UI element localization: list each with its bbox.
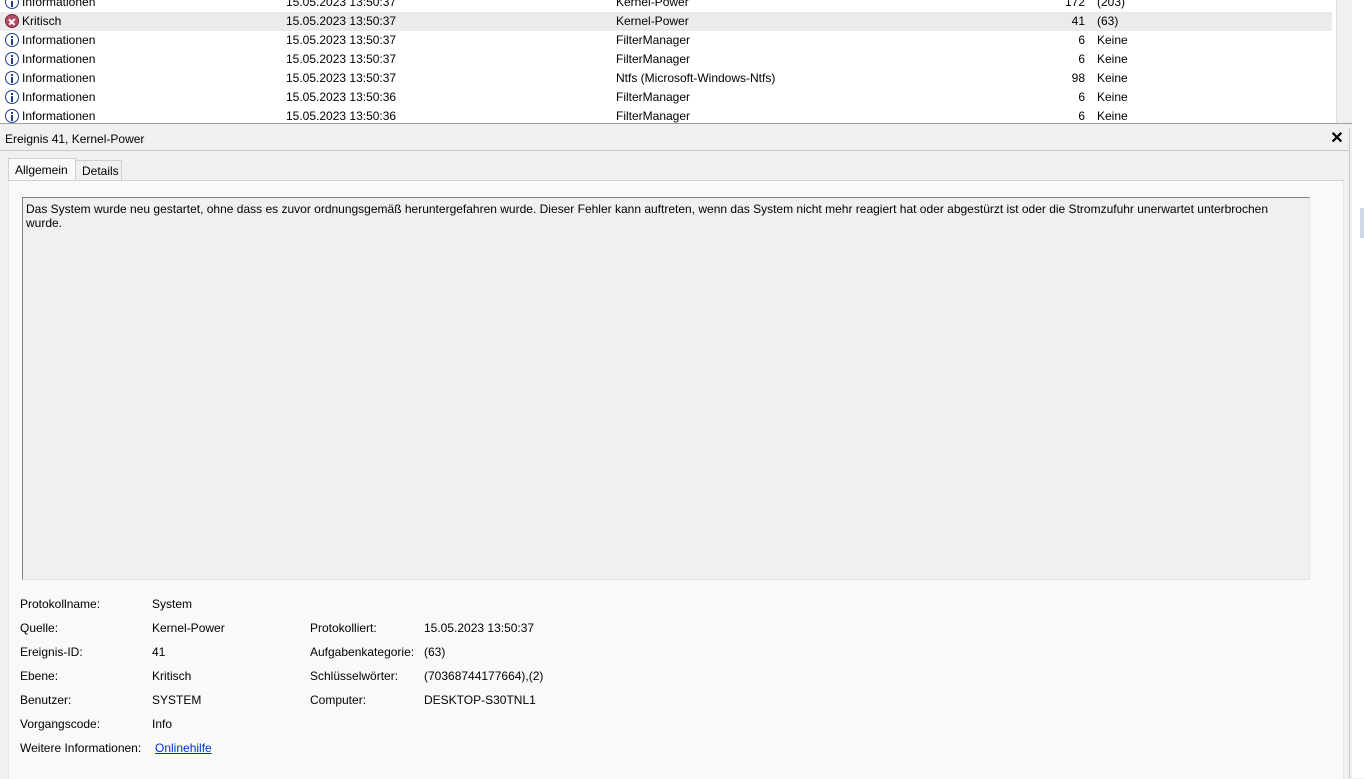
info-icon: [5, 90, 19, 104]
aufgabenkategorie-value[interactable]: (63): [424, 645, 445, 659]
event-id: 6: [1078, 90, 1085, 104]
event-date: 15.05.2023 13:50:37: [286, 71, 397, 85]
event-id: 6: [1078, 52, 1085, 66]
event-row[interactable]: Kritisch 15.05.2023 13:50:37 Kernel-Power 4…: [0, 12, 1332, 31]
ereignis-id-value[interactable]: 41: [152, 645, 165, 659]
close-icon[interactable]: ✕: [1329, 128, 1345, 150]
event-level: Informationen: [22, 71, 96, 85]
protokollname-label: Protokollname:: [20, 597, 101, 611]
vorgangscode-value[interactable]: Info: [152, 717, 172, 731]
event-source: FilterManager: [616, 33, 691, 47]
event-source: Ntfs (Microsoft-Windows-Ntfs): [616, 71, 776, 85]
event-detail-title: Ereignis 41, Kernel-Power: [5, 132, 145, 146]
info-icon: [5, 71, 19, 85]
event-id: 172: [1064, 0, 1085, 9]
tab-allgemein[interactable]: Allgemein: [8, 158, 76, 180]
schluesselwoerter-value[interactable]: (70368744177664),(2): [424, 669, 543, 683]
event-level: Informationen: [22, 109, 96, 123]
event-source: Kernel-Power: [616, 14, 689, 28]
window-edge: [1352, 0, 1364, 778]
event-category: (63): [1097, 14, 1119, 28]
event-detail-header: Ereignis 41, Kernel-Power ✕: [0, 128, 1350, 151]
vorgangscode-label: Vorgangscode:: [20, 717, 101, 731]
event-row[interactable]: Informationen 15.05.2023 13:50:37 FilterMa…: [0, 50, 1332, 69]
event-category: (203): [1097, 0, 1126, 9]
ebene-value[interactable]: Kritisch: [152, 669, 191, 683]
event-date: 15.05.2023 13:50:37: [286, 0, 397, 9]
critical-icon: [5, 14, 19, 28]
event-id: 98: [1071, 71, 1085, 85]
computer-label: Computer:: [310, 693, 367, 707]
protokolliert-value[interactable]: 15.05.2023 13:50:37: [424, 621, 534, 635]
event-row[interactable]: Informationen 15.05.2023 13:50:36 FilterMa…: [0, 107, 1332, 123]
quelle-label: Quelle:: [20, 621, 59, 635]
info-icon: [5, 52, 19, 66]
event-row[interactable]: Informationen 15.05.2023 13:50:37 FilterMa…: [0, 31, 1332, 50]
event-category: Keine: [1097, 90, 1128, 104]
event-category: Keine: [1097, 52, 1128, 66]
event-category: Keine: [1097, 71, 1128, 85]
window-edge-scroll-thumb[interactable]: [1360, 208, 1364, 238]
event-list-scrollbar[interactable]: [1336, 0, 1352, 123]
info-icon: [5, 109, 19, 123]
event-source: Kernel-Power: [616, 0, 689, 9]
weitere-informationen-label: Weitere Informationen:: [20, 741, 142, 755]
benutzer-value[interactable]: SYSTEM: [152, 693, 201, 707]
event-date: 15.05.2023 13:50:36: [286, 90, 397, 104]
onlinehilfe-link[interactable]: Onlinehilfe: [155, 741, 212, 755]
event-list[interactable]: Informationen 15.05.2023 13:50:37 Kernel-P…: [0, 0, 1352, 124]
event-date: 15.05.2023 13:50:37: [286, 52, 397, 66]
computer-value[interactable]: DESKTOP-S30TNL1: [424, 693, 536, 707]
event-id: 41: [1071, 14, 1085, 28]
event-date: 15.05.2023 13:50:37: [286, 33, 397, 47]
event-id: 6: [1078, 109, 1085, 123]
event-date: 15.05.2023 13:50:37: [286, 14, 397, 28]
event-source: FilterManager: [616, 109, 691, 123]
event-row[interactable]: Informationen 15.05.2023 13:50:37 Kernel-P…: [0, 0, 1332, 12]
protokolliert-label: Protokolliert:: [310, 621, 377, 635]
event-row[interactable]: Informationen 15.05.2023 13:50:36 FilterMa…: [0, 88, 1332, 107]
info-icon: [5, 33, 19, 47]
pane-divider: [1349, 128, 1350, 778]
tab-details[interactable]: Details: [76, 160, 122, 180]
event-category: Keine: [1097, 33, 1128, 47]
event-level: Informationen: [22, 0, 96, 9]
benutzer-label: Benutzer:: [20, 693, 72, 707]
ereignis-id-label: Ereignis-ID:: [20, 645, 83, 659]
event-description[interactable]: Das System wurde neu gestartet, ohne das…: [22, 197, 1310, 580]
ebene-label: Ebene:: [20, 669, 59, 683]
aufgabenkategorie-label: Aufgabenkategorie:: [310, 645, 415, 659]
event-source: FilterManager: [616, 52, 691, 66]
event-source: FilterManager: [616, 90, 691, 104]
event-level: Informationen: [22, 33, 96, 47]
event-category: Keine: [1097, 109, 1128, 123]
event-level: Kritisch: [22, 14, 62, 28]
protokollname-value[interactable]: System: [152, 597, 192, 611]
quelle-value[interactable]: Kernel-Power: [152, 621, 225, 635]
info-icon: [5, 0, 19, 9]
event-id: 6: [1078, 33, 1085, 47]
event-row[interactable]: Informationen 15.05.2023 13:50:37 Ntfs (Mi…: [0, 69, 1332, 88]
event-level: Informationen: [22, 90, 96, 104]
schluesselwoerter-label: Schlüsselwörter:: [310, 669, 399, 683]
event-level: Informationen: [22, 52, 96, 66]
event-date: 15.05.2023 13:50:36: [286, 109, 397, 123]
event-rows: Informationen 15.05.2023 13:50:37 Kernel-P…: [0, 0, 1332, 123]
